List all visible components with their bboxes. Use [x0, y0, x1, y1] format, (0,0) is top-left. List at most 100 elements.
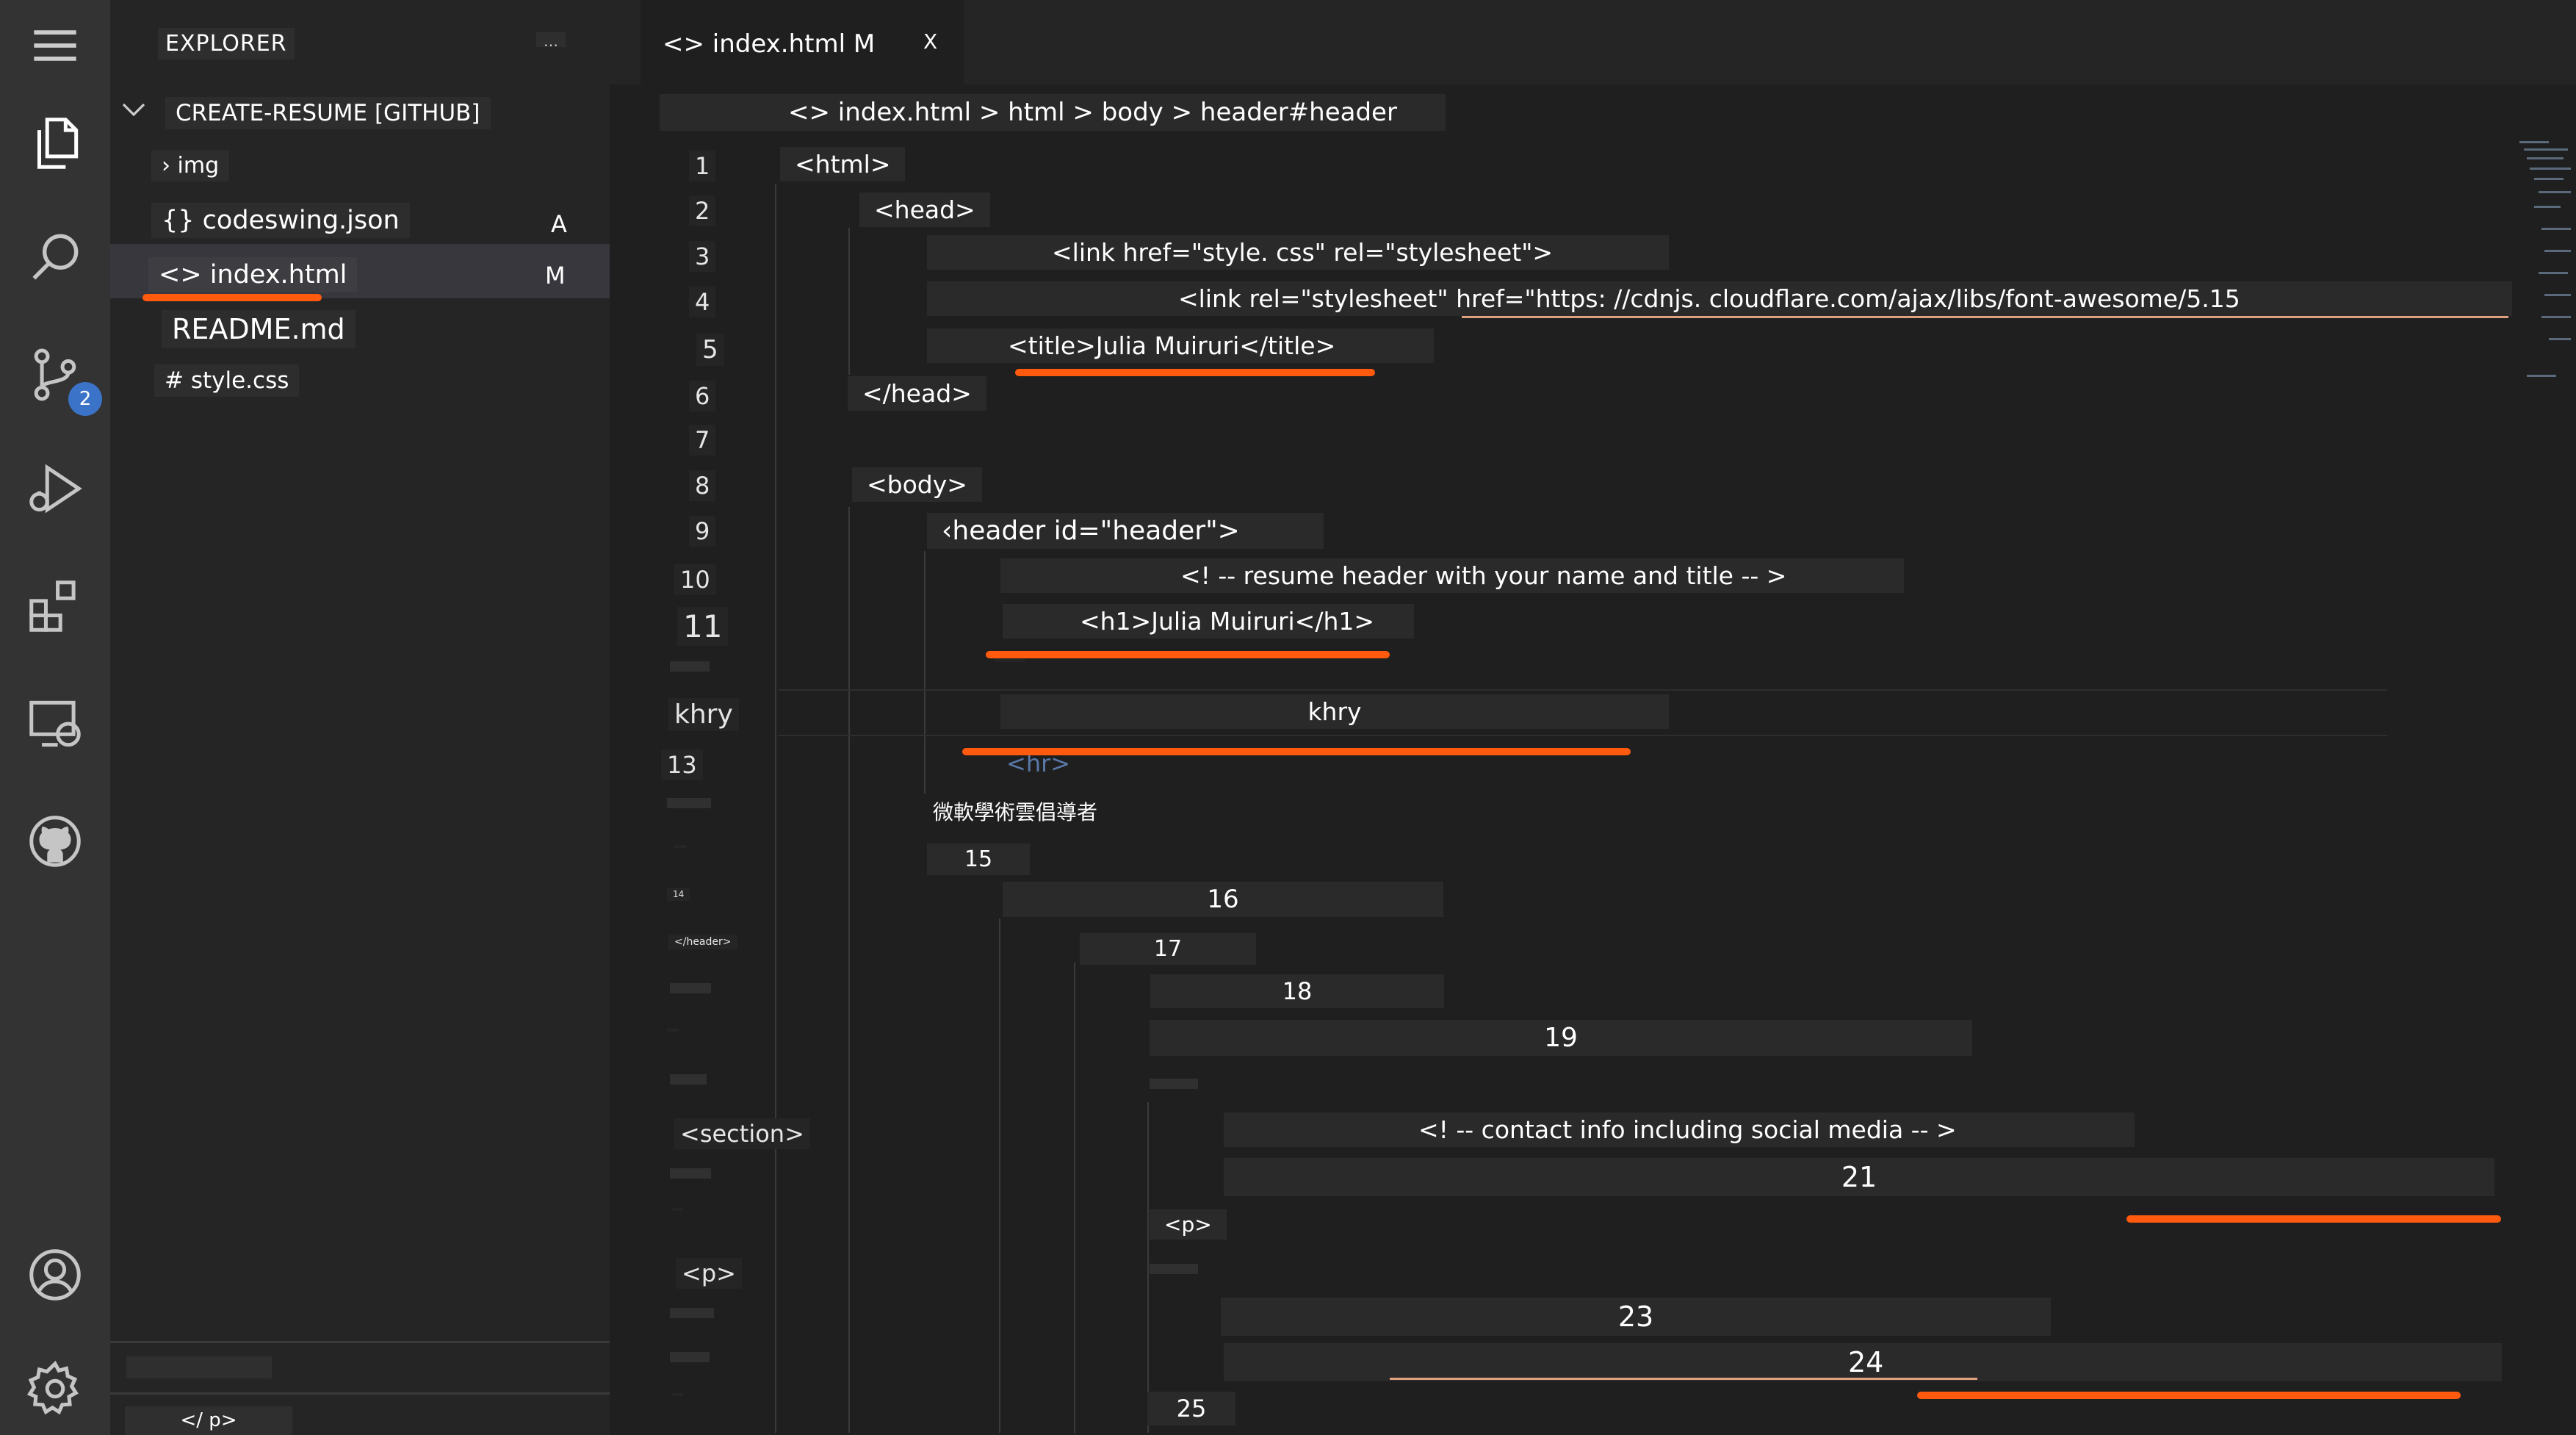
extensions-icon[interactable]: [18, 569, 92, 643]
editor-area: <> index.html M X <> index.html > html >…: [610, 0, 2576, 1435]
tab-bar: <> index.html M X: [610, 0, 2576, 84]
annotation-underline: [962, 748, 1631, 755]
annotation-underline: [1015, 369, 1375, 376]
indent-guide: [924, 551, 926, 794]
line-number: 3: [689, 241, 716, 272]
annotation-underline: [1917, 1392, 2461, 1399]
outline-panel-header[interactable]: [126, 1356, 272, 1378]
sidebar-item-index-html[interactable]: <> index.html: [148, 257, 358, 292]
indent-guide: [999, 918, 1000, 1433]
line-number: </header>: [668, 935, 737, 949]
sidebar-divider: [110, 1341, 610, 1343]
code-line[interactable]: 23: [1221, 1298, 2051, 1336]
more-actions-icon[interactable]: …: [536, 32, 566, 50]
line-number: [667, 1029, 679, 1032]
chevron-down-icon[interactable]: [119, 96, 148, 125]
vscode-window: 2 EXPLORER … CREATE-RESUME [GITHUB] › im…: [0, 0, 2576, 1435]
line-number: 2: [689, 195, 716, 226]
explorer-sidebar: EXPLORER … CREATE-RESUME [GITHUB] › img …: [110, 0, 610, 1435]
sidebar-divider: [110, 1392, 610, 1395]
code-line[interactable]: 18: [1150, 974, 1444, 1008]
line-number: 14: [667, 888, 690, 901]
line-number: 10: [674, 564, 716, 595]
run-debug-icon[interactable]: [18, 452, 92, 525]
code-line[interactable]: <body>: [852, 467, 982, 502]
tab-label: <> index.html M: [663, 29, 876, 59]
search-icon[interactable]: [18, 220, 92, 294]
collapsed-line: [670, 983, 711, 993]
sidebar-item-codeswing-json[interactable]: {} codeswing.json: [151, 203, 410, 238]
workspace-root-folder[interactable]: CREATE-RESUME [GITHUB]: [165, 97, 491, 129]
line-number: khry: [668, 698, 739, 731]
collapsed-line: [670, 1168, 711, 1179]
code-line[interactable]: <html>: [780, 147, 906, 181]
code-line[interactable]: <! -- resume header with your name and t…: [1000, 558, 1904, 593]
sidebar-title: EXPLORER: [158, 28, 295, 60]
code-line[interactable]: <link href="style. css" rel="stylesheet"…: [927, 235, 1669, 270]
code-line[interactable]: ‹header id="header">: [927, 513, 1324, 549]
breadcrumb[interactable]: <> index.html > html > body > header#hea…: [660, 94, 1446, 131]
indent-guide: [848, 228, 850, 375]
code-line[interactable]: 21: [1224, 1158, 2494, 1196]
settings-gear-icon[interactable]: [18, 1352, 92, 1425]
line-number: 1: [689, 151, 716, 181]
scm-changes-badge: 2: [68, 382, 102, 416]
code-line[interactable]: <link rel="stylesheet" href="https: //cd…: [927, 281, 2536, 316]
annotation-underline: [986, 651, 1390, 658]
collapsed-line: [670, 1074, 707, 1085]
code-line[interactable]: 24: [1224, 1343, 2502, 1381]
line-number: [671, 1393, 683, 1396]
collapsed-line: [670, 1308, 714, 1318]
code-line[interactable]: </head>: [848, 376, 986, 411]
line-number: 11: [677, 607, 729, 646]
code-line[interactable]: <title>Julia Muiruri</title>: [927, 328, 1434, 363]
accounts-icon[interactable]: [18, 1238, 92, 1312]
code-line[interactable]: <p>: [1150, 1209, 1227, 1240]
collapsed-line: [670, 661, 710, 672]
code-line[interactable]: khry: [1000, 694, 1669, 729]
sidebar-item-img-folder[interactable]: › img: [151, 150, 230, 181]
collapsed-line: [1150, 1079, 1198, 1089]
line-number: 8: [689, 470, 716, 501]
remote-explorer-icon[interactable]: [18, 687, 92, 760]
indent-guide: [1147, 1102, 1149, 1433]
line-number: <section>: [674, 1118, 810, 1149]
line-number: [671, 1208, 683, 1211]
source-control-icon[interactable]: 2: [18, 338, 102, 416]
code-line[interactable]: 15: [927, 844, 1030, 875]
collapsed-line: [670, 1352, 710, 1362]
sidebar-item-style-css[interactable]: # style.css: [154, 364, 300, 397]
menu-icon[interactable]: [18, 9, 92, 82]
collapsed-line: [1150, 1264, 1198, 1274]
line-number: 4: [689, 287, 716, 317]
file-status-added: A: [551, 210, 567, 238]
github-icon[interactable]: [18, 805, 92, 878]
annotation-underline: [2126, 1215, 2501, 1223]
code-line[interactable]: <head>: [859, 193, 990, 227]
code-line[interactable]: 16: [1003, 882, 1443, 917]
line-number: 13: [661, 749, 703, 780]
code-line[interactable]: <h1>Julia Muiruri</h1>: [1003, 604, 1414, 639]
indent-guide: [775, 184, 776, 1433]
annotation-underline-thin: [1462, 316, 2508, 318]
code-line[interactable]: 17: [1080, 933, 1256, 965]
file-status-modified: M: [545, 262, 566, 289]
indent-guide: [848, 507, 850, 1433]
timeline-panel-label[interactable]: </ p>: [125, 1406, 292, 1435]
line-number: 6: [689, 381, 716, 411]
minimap[interactable]: [2512, 132, 2576, 1435]
tab-index-html[interactable]: <> index.html M X: [641, 0, 964, 84]
annotation-underline: [142, 294, 322, 301]
code-line[interactable]: <! -- contact info including social medi…: [1224, 1112, 2135, 1147]
close-icon[interactable]: X: [923, 29, 937, 54]
line-number: 5: [696, 334, 724, 366]
code-line[interactable]: 19: [1150, 1020, 1972, 1056]
annotation-underline-thin: [1390, 1378, 1977, 1380]
code-line[interactable]: 25: [1147, 1392, 1235, 1425]
line-number: [674, 845, 686, 848]
activity-bar: 2: [0, 0, 110, 1435]
code-line-subtitle[interactable]: 微軟學術雲倡導者: [918, 794, 1112, 829]
sidebar-item-readme-md[interactable]: README.md: [162, 310, 356, 348]
explorer-files-icon[interactable]: [18, 107, 92, 180]
collapsed-line: [667, 798, 711, 808]
